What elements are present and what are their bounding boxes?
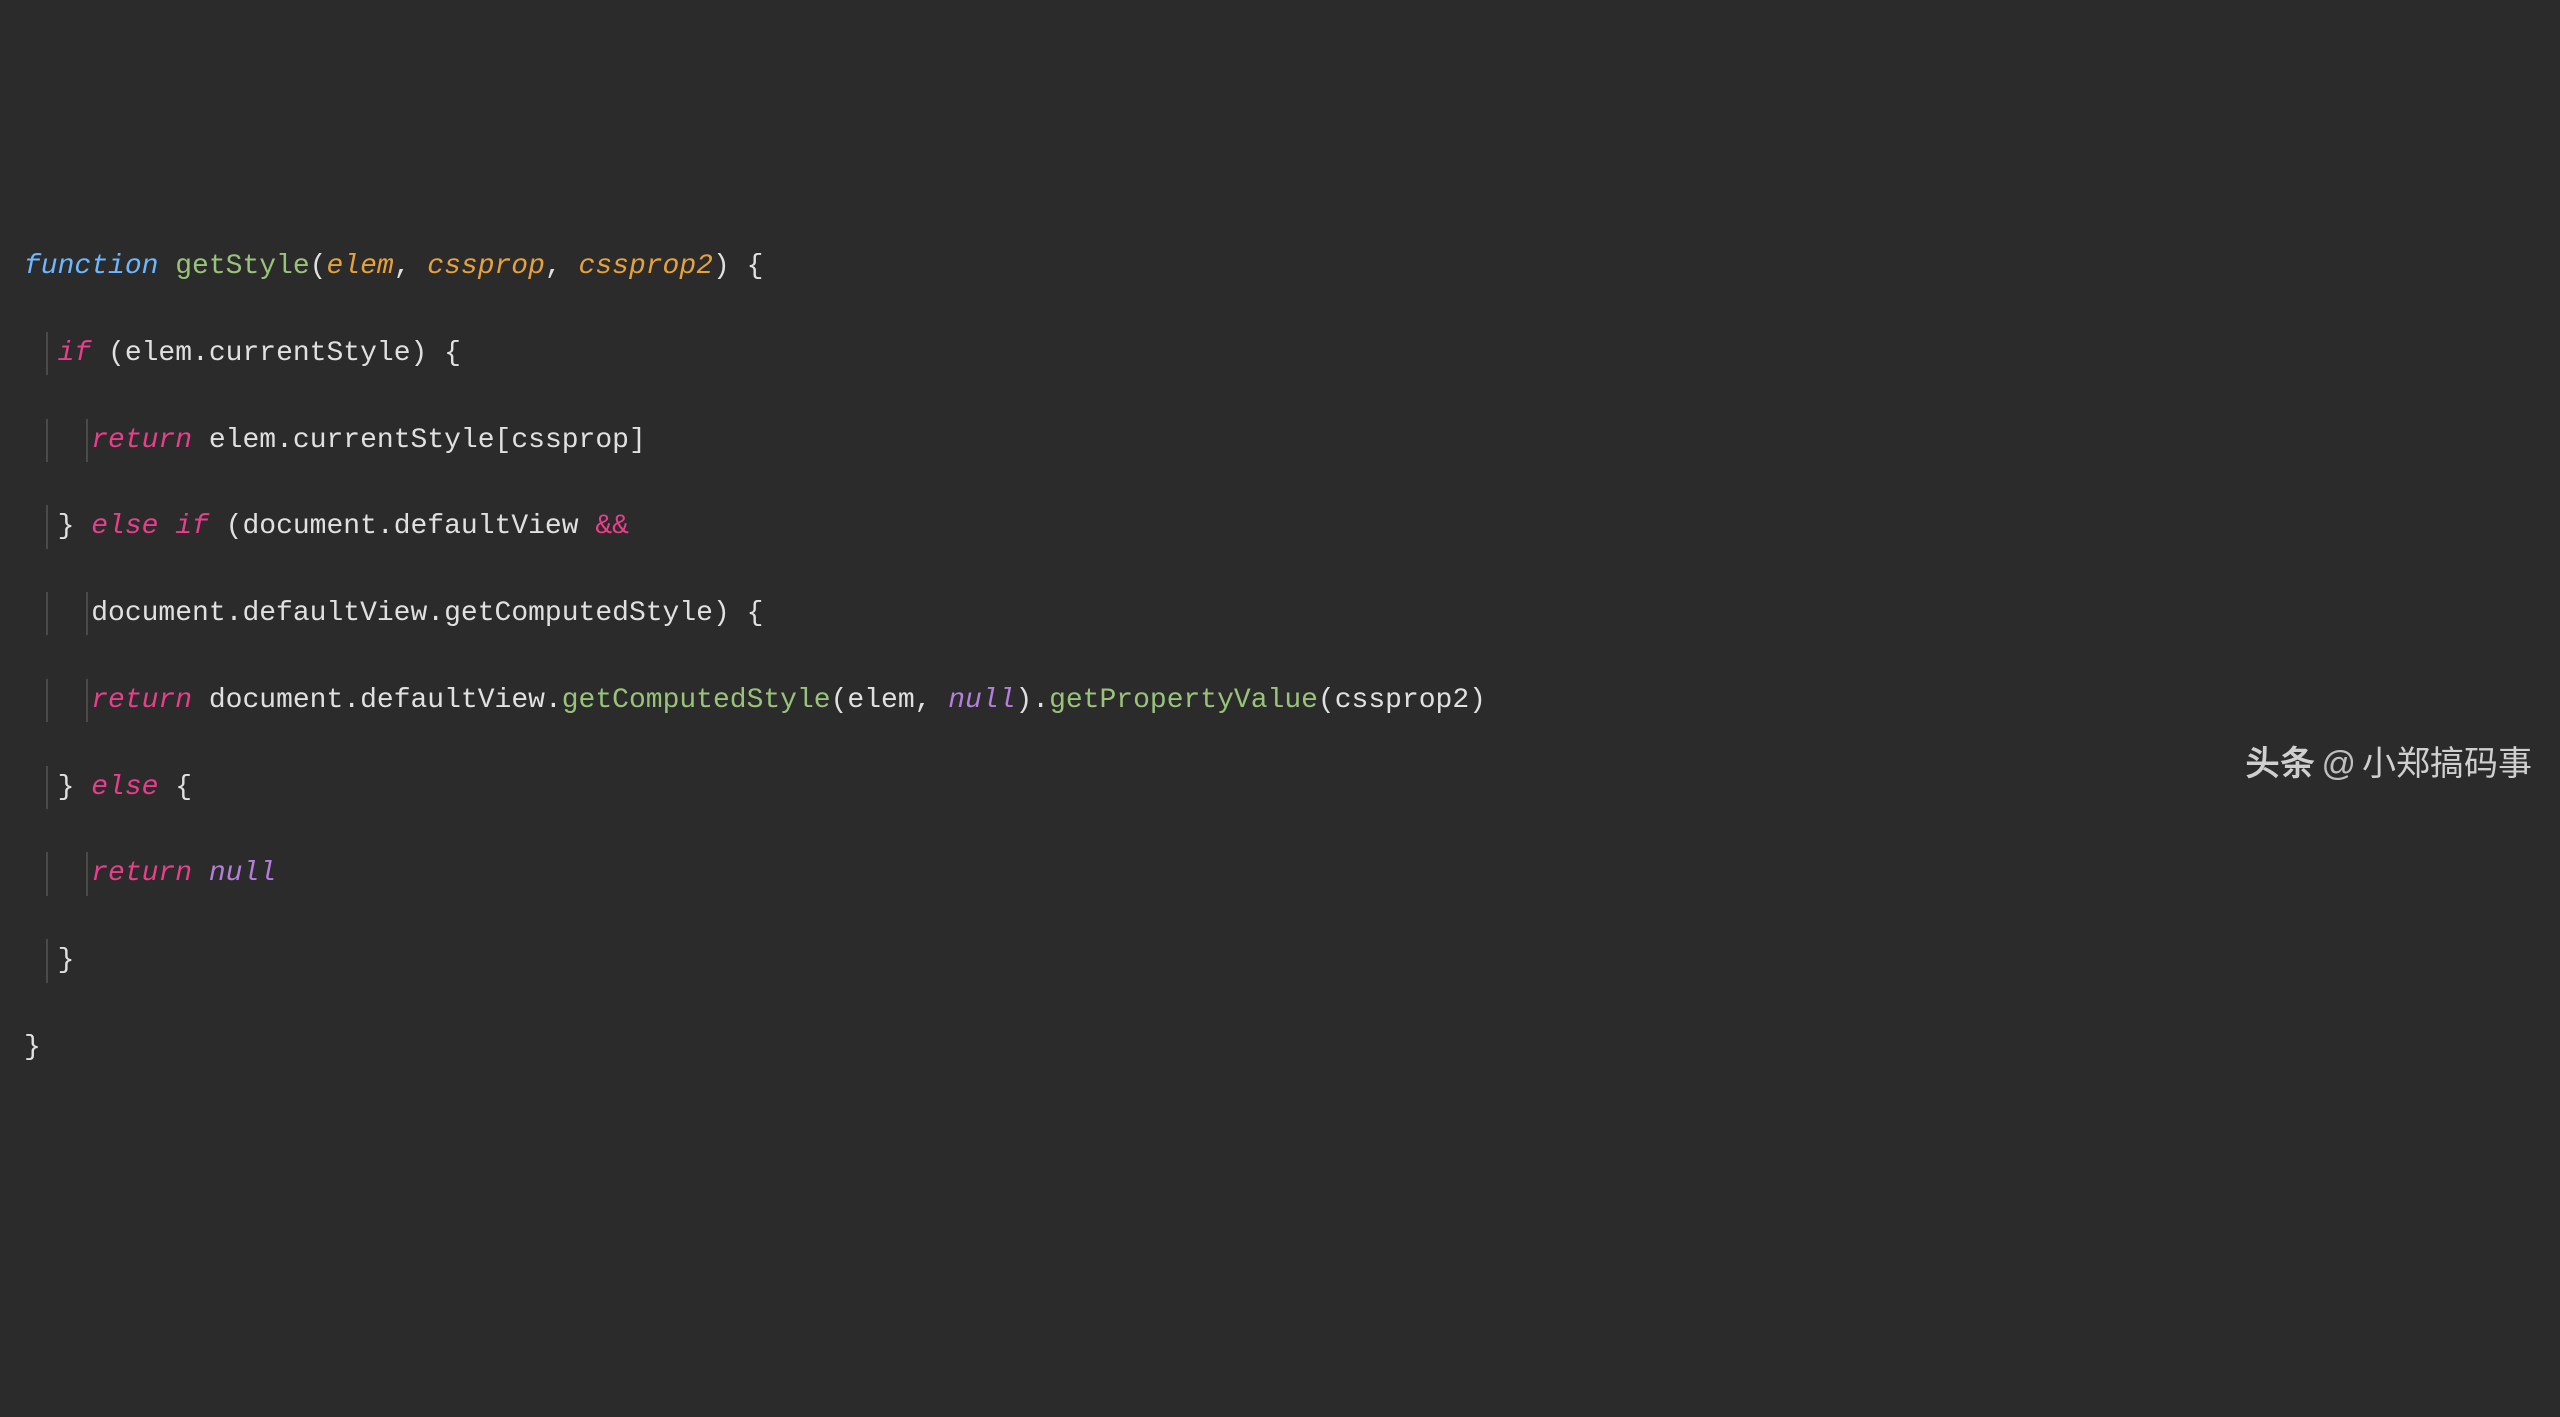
param: cssprop bbox=[427, 251, 545, 282]
code-line: return elem.currentStyle[cssprop] bbox=[24, 419, 2540, 462]
keyword-function: function bbox=[24, 251, 158, 282]
param: elem bbox=[326, 251, 393, 282]
function-name: getStyle bbox=[175, 251, 309, 282]
null-literal: null bbox=[209, 858, 276, 889]
code-line: if (elem.currentStyle) { bbox=[24, 332, 2540, 375]
null-literal: null bbox=[948, 685, 1015, 716]
watermark: 头条 @小郑搞码事 bbox=[2245, 738, 2532, 791]
method-call: getComputedStyle bbox=[562, 685, 831, 716]
code-line: document.defaultView.getComputedStyle) { bbox=[24, 592, 2540, 635]
code-line: } else if (document.defaultView && bbox=[24, 505, 2540, 548]
watermark-at: @ bbox=[2321, 738, 2356, 791]
code-line: return null bbox=[24, 852, 2540, 895]
code-line: } else { bbox=[24, 766, 2540, 809]
code-line: return document.defaultView.getComputedS… bbox=[24, 679, 2540, 722]
code-block: function getStyle(elem, cssprop, cssprop… bbox=[24, 202, 2540, 1113]
method-call: getPropertyValue bbox=[1049, 685, 1318, 716]
keyword-else: else bbox=[74, 772, 175, 803]
keyword-else: else bbox=[74, 511, 175, 542]
code-line: function getStyle(elem, cssprop, cssprop… bbox=[24, 245, 2540, 288]
keyword-return: return bbox=[91, 425, 192, 456]
keyword-return: return bbox=[91, 685, 192, 716]
param: cssprop2 bbox=[579, 251, 713, 282]
keyword-if: if bbox=[58, 338, 92, 369]
operator-and: && bbox=[579, 511, 629, 542]
keyword-if: if bbox=[175, 511, 209, 542]
keyword-return: return bbox=[91, 858, 192, 889]
watermark-author: 小郑搞码事 bbox=[2362, 738, 2532, 791]
code-line: } bbox=[24, 1026, 2540, 1069]
watermark-brand: 头条 bbox=[2245, 738, 2315, 791]
code-line: } bbox=[24, 939, 2540, 982]
